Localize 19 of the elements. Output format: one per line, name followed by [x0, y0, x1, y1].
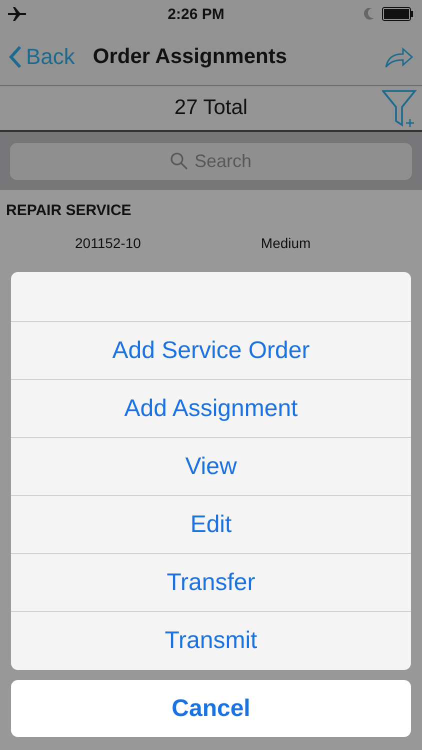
battery-icon [382, 7, 414, 21]
screen-title: Order Assignments [92, 44, 288, 68]
cancel-button[interactable]: Cancel [11, 680, 411, 737]
priority-label: Medium [260, 235, 311, 251]
filter-add-icon[interactable] [382, 89, 418, 129]
action-option[interactable]: Add Service Order [11, 322, 411, 380]
chevron-left-icon [8, 44, 22, 68]
moon-icon [364, 8, 374, 20]
airplane-icon [8, 7, 28, 21]
action-option[interactable]: Add Assignment [11, 380, 411, 438]
action-option[interactable]: View [11, 438, 411, 496]
status-time: 2:26 PM [168, 6, 224, 22]
section-header: REPAIR SERVICE [5, 201, 132, 221]
action-option[interactable]: Edit [11, 496, 411, 554]
action-option[interactable]: Transmit [11, 612, 411, 670]
total-count: 27 Total [174, 96, 248, 120]
action-option[interactable]: Transfer [11, 554, 411, 612]
search-icon [170, 152, 188, 170]
order-number: 201152-10 [75, 235, 141, 251]
